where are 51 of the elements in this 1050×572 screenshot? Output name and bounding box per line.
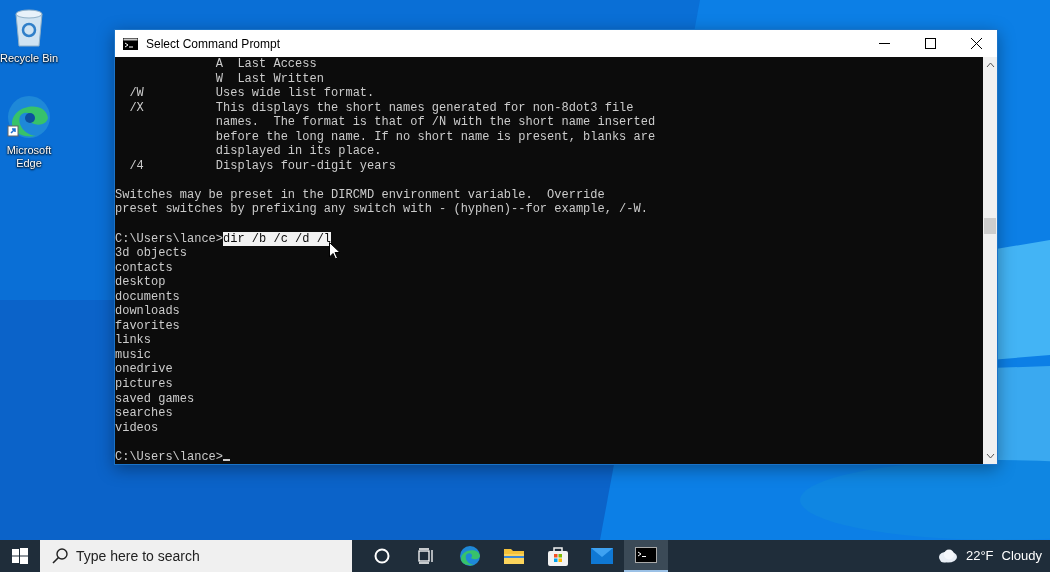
- console-line: links: [115, 333, 151, 348]
- shopping-bag-icon: [547, 545, 569, 567]
- console-line: /W Uses wide list format.: [128, 86, 375, 101]
- console-line: desktop: [115, 275, 166, 290]
- console-line: music: [115, 347, 151, 363]
- weather-condition[interactable]: Cloudy: [1001, 546, 1042, 566]
- search-icon: [52, 548, 68, 564]
- scroll-thumb[interactable]: [984, 218, 996, 234]
- search-field[interactable]: Type here to search: [40, 540, 352, 572]
- console-line: Switches may be preset in the DIRCMD environment variable. Override: [115, 187, 605, 203]
- task-view-icon: [418, 548, 434, 564]
- console-line: preset switches by prefixing any switch with - (hyphen)--for example, /-W.: [115, 202, 648, 217]
- console-line: searches: [115, 406, 173, 421]
- command-prompt: C:\Users\lance>: [115, 449, 224, 464]
- browser-icon[interactable]: [6, 94, 52, 140]
- console-line: onedrive: [115, 362, 173, 378]
- scroll-up-icon[interactable]: [985, 62, 995, 68]
- taskbar-button[interactable]: [624, 540, 668, 572]
- mouse-pointer-icon: [329, 241, 341, 260]
- terminal-icon: [635, 547, 657, 563]
- console-line: displayed in its place.: [214, 144, 382, 159]
- icon-label[interactable]: Recycle Bin: [0, 52, 59, 65]
- cortana-icon: [374, 548, 390, 564]
- browser-icon: [459, 545, 481, 567]
- windows-logo-icon: [12, 548, 28, 564]
- console-line: /X This displays the short names generated for non-8dot3 file: [128, 100, 634, 116]
- console-line: /4 Displays four-digit years: [128, 158, 396, 174]
- selected-command: dir /b /c /d /l: [223, 231, 332, 247]
- scrollbar[interactable]: [983, 57, 997, 465]
- close-icon: [970, 38, 982, 49]
- console-line: contacts: [115, 260, 173, 276]
- scroll-down-icon[interactable]: [985, 453, 995, 460]
- console-line: favorites: [115, 318, 180, 334]
- console-line: W Last Written: [214, 71, 324, 87]
- folder-icon: [503, 546, 525, 566]
- terminal-icon: [123, 37, 138, 50]
- console-line: 3d objects: [115, 246, 187, 261]
- maximize-icon: [924, 38, 936, 49]
- console-line: names. The format is that of /N with the short name inserted: [214, 115, 656, 130]
- console-line: saved games: [115, 391, 195, 407]
- console-line: A Last Access: [214, 57, 317, 72]
- console-line: pictures: [115, 377, 173, 392]
- icon-label[interactable]: Microsoft Edge: [3, 144, 55, 170]
- console-line: documents: [115, 289, 180, 305]
- temperature-text[interactable]: 22°F: [965, 546, 994, 566]
- console-line: videos: [115, 420, 159, 436]
- console-line: downloads: [115, 304, 180, 319]
- console-line: before the long name. If no short name is present, blanks are: [214, 129, 656, 145]
- envelope-icon: [590, 547, 614, 565]
- recycle-bin-icon[interactable]: [12, 6, 46, 48]
- window-title: Select Command Prompt: [146, 35, 282, 53]
